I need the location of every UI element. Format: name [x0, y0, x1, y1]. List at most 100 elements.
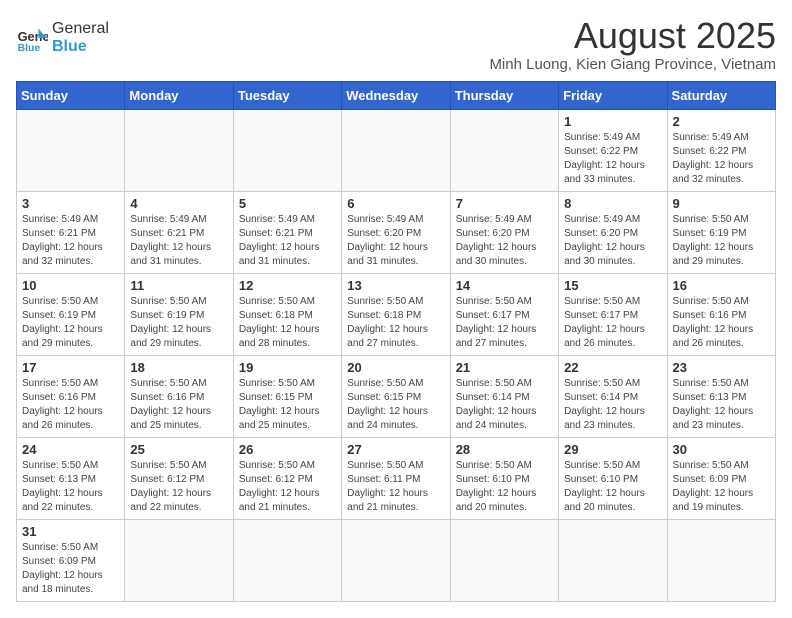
table-row: 16Sunrise: 5:50 AMSunset: 6:16 PMDayligh… [667, 273, 775, 355]
calendar-row: 31Sunrise: 5:50 AMSunset: 6:09 PMDayligh… [17, 519, 776, 601]
day-number: 19 [239, 360, 336, 375]
table-row: 19 Sunrise: 5:50 AMSunset: 6:15 PMDayligh… [233, 355, 341, 437]
day-number: 6 [347, 196, 444, 211]
day-info: Sunrise: 5:50 AMSunset: 6:09 PMDaylight:… [22, 541, 119, 597]
location-subtitle: Minh Luong, Kien Giang Province, Vietnam [489, 56, 776, 73]
day-number: 10 [22, 278, 119, 293]
table-row: 17 Sunrise: 5:50 AMSunset: 6:16 PMDayligh… [17, 355, 125, 437]
table-row: 25Sunrise: 5:50 AMSunset: 6:12 PMDayligh… [125, 437, 233, 519]
table-row: 11 Sunrise: 5:50 AMSunset: 6:19 PMDayligh… [125, 273, 233, 355]
table-row: 26Sunrise: 5:50 AMSunset: 6:12 PMDayligh… [233, 437, 341, 519]
table-row [559, 519, 667, 601]
table-row [342, 109, 450, 191]
header-thursday: Thursday [450, 81, 558, 109]
day-info: Sunrise: 5:49 AMSunset: 6:21 PMDaylight:… [22, 213, 119, 269]
day-info: Sunrise: 5:49 AMSunset: 6:22 PMDaylight:… [673, 131, 770, 187]
table-row: 5 Sunrise: 5:49 AMSunset: 6:21 PMDaylight… [233, 191, 341, 273]
table-row [17, 109, 125, 191]
logo-general: General [52, 20, 109, 38]
header-saturday: Saturday [667, 81, 775, 109]
table-row: 6Sunrise: 5:49 AMSunset: 6:20 PMDaylight… [342, 191, 450, 273]
day-number: 11 [130, 278, 227, 293]
table-row: 15Sunrise: 5:50 AMSunset: 6:17 PMDayligh… [559, 273, 667, 355]
day-number: 17 [22, 360, 119, 375]
day-info: Sunrise: 5:50 AMSunset: 6:15 PMDaylight:… [239, 377, 336, 433]
table-row: 30 Sunrise: 5:50 AMSunset: 6:09 PMDayligh… [667, 437, 775, 519]
table-row: 21Sunrise: 5:50 AMSunset: 6:14 PMDayligh… [450, 355, 558, 437]
day-info: Sunrise: 5:50 AMSunset: 6:13 PMDaylight:… [22, 459, 119, 515]
day-info: Sunrise: 5:50 AMSunset: 6:18 PMDaylight:… [347, 295, 444, 351]
table-row: 29Sunrise: 5:50 AMSunset: 6:10 PMDayligh… [559, 437, 667, 519]
header-tuesday: Tuesday [233, 81, 341, 109]
day-info: Sunrise: 5:50 AMSunset: 6:18 PMDaylight:… [239, 295, 336, 351]
day-info: Sunrise: 5:50 AMSunset: 6:10 PMDaylight:… [564, 459, 661, 515]
day-number: 3 [22, 196, 119, 211]
day-number: 20 [347, 360, 444, 375]
day-info: Sunrise: 5:50 AMSunset: 6:19 PMDaylight:… [22, 295, 119, 351]
day-info: Sunrise: 5:50 AMSunset: 6:10 PMDaylight:… [456, 459, 553, 515]
day-number: 16 [673, 278, 770, 293]
title-area: August 2025 Minh Luong, Kien Giang Provi… [489, 16, 776, 73]
svg-text:Blue: Blue [18, 42, 41, 53]
table-row: 27Sunrise: 5:50 AMSunset: 6:11 PMDayligh… [342, 437, 450, 519]
header-wednesday: Wednesday [342, 81, 450, 109]
weekday-header-row: Sunday Monday Tuesday Wednesday Thursday… [17, 81, 776, 109]
day-number: 24 [22, 442, 119, 457]
table-row: 13Sunrise: 5:50 AMSunset: 6:18 PMDayligh… [342, 273, 450, 355]
day-number: 21 [456, 360, 553, 375]
table-row: 9 Sunrise: 5:50 AMSunset: 6:19 PMDaylight… [667, 191, 775, 273]
month-year-title: August 2025 [489, 16, 776, 56]
calendar-row: 3 Sunrise: 5:49 AMSunset: 6:21 PMDaylight… [17, 191, 776, 273]
logo-blue: Blue [52, 38, 109, 56]
day-number: 4 [130, 196, 227, 211]
day-info: Sunrise: 5:50 AMSunset: 6:14 PMDaylight:… [564, 377, 661, 433]
header-friday: Friday [559, 81, 667, 109]
day-number: 2 [673, 114, 770, 129]
day-number: 5 [239, 196, 336, 211]
day-info: Sunrise: 5:50 AMSunset: 6:09 PMDaylight:… [673, 459, 770, 515]
table-row [450, 519, 558, 601]
day-info: Sunrise: 5:50 AMSunset: 6:17 PMDaylight:… [456, 295, 553, 351]
table-row: 23 Sunrise: 5:50 AMSunset: 6:13 PMDayligh… [667, 355, 775, 437]
day-number: 27 [347, 442, 444, 457]
header-sunday: Sunday [17, 81, 125, 109]
day-info: Sunrise: 5:49 AMSunset: 6:20 PMDaylight:… [564, 213, 661, 269]
table-row: 20Sunrise: 5:50 AMSunset: 6:15 PMDayligh… [342, 355, 450, 437]
day-info: Sunrise: 5:49 AMSunset: 6:21 PMDaylight:… [239, 213, 336, 269]
day-info: Sunrise: 5:49 AMSunset: 6:20 PMDaylight:… [456, 213, 553, 269]
table-row: 2 Sunrise: 5:49 AMSunset: 6:22 PMDaylight… [667, 109, 775, 191]
table-row [125, 519, 233, 601]
day-number: 26 [239, 442, 336, 457]
day-info: Sunrise: 5:50 AMSunset: 6:12 PMDaylight:… [130, 459, 227, 515]
table-row: 24 Sunrise: 5:50 AMSunset: 6:13 PMDayligh… [17, 437, 125, 519]
day-number: 9 [673, 196, 770, 211]
table-row [233, 109, 341, 191]
header-monday: Monday [125, 81, 233, 109]
day-info: Sunrise: 5:50 AMSunset: 6:16 PMDaylight:… [22, 377, 119, 433]
logo: General Blue General Blue [16, 16, 109, 55]
table-row: 31Sunrise: 5:50 AMSunset: 6:09 PMDayligh… [17, 519, 125, 601]
day-number: 23 [673, 360, 770, 375]
table-row: 4Sunrise: 5:49 AMSunset: 6:21 PMDaylight… [125, 191, 233, 273]
table-row: 28 Sunrise: 5:50 AMSunset: 6:10 PMDayligh… [450, 437, 558, 519]
table-row: 22Sunrise: 5:50 AMSunset: 6:14 PMDayligh… [559, 355, 667, 437]
calendar-row: 10 Sunrise: 5:50 AMSunset: 6:19 PMDayligh… [17, 273, 776, 355]
day-number: 7 [456, 196, 553, 211]
day-number: 18 [130, 360, 227, 375]
day-info: Sunrise: 5:50 AMSunset: 6:19 PMDaylight:… [130, 295, 227, 351]
calendar-table: Sunday Monday Tuesday Wednesday Thursday… [16, 81, 776, 602]
table-row: 18Sunrise: 5:50 AMSunset: 6:16 PMDayligh… [125, 355, 233, 437]
table-row: 12 Sunrise: 5:50 AMSunset: 6:18 PMDayligh… [233, 273, 341, 355]
day-number: 12 [239, 278, 336, 293]
table-row: 7 Sunrise: 5:49 AMSunset: 6:20 PMDaylight… [450, 191, 558, 273]
day-info: Sunrise: 5:50 AMSunset: 6:19 PMDaylight:… [673, 213, 770, 269]
table-row: 14Sunrise: 5:50 AMSunset: 6:17 PMDayligh… [450, 273, 558, 355]
day-info: Sunrise: 5:50 AMSunset: 6:13 PMDaylight:… [673, 377, 770, 433]
calendar-row: 1 Sunrise: 5:49 AMSunset: 6:22 PMDaylight… [17, 109, 776, 191]
day-number: 28 [456, 442, 553, 457]
table-row: 3 Sunrise: 5:49 AMSunset: 6:21 PMDaylight… [17, 191, 125, 273]
table-row: 8Sunrise: 5:49 AMSunset: 6:20 PMDaylight… [559, 191, 667, 273]
calendar-row: 24 Sunrise: 5:50 AMSunset: 6:13 PMDayligh… [17, 437, 776, 519]
day-number: 30 [673, 442, 770, 457]
day-number: 1 [564, 114, 661, 129]
